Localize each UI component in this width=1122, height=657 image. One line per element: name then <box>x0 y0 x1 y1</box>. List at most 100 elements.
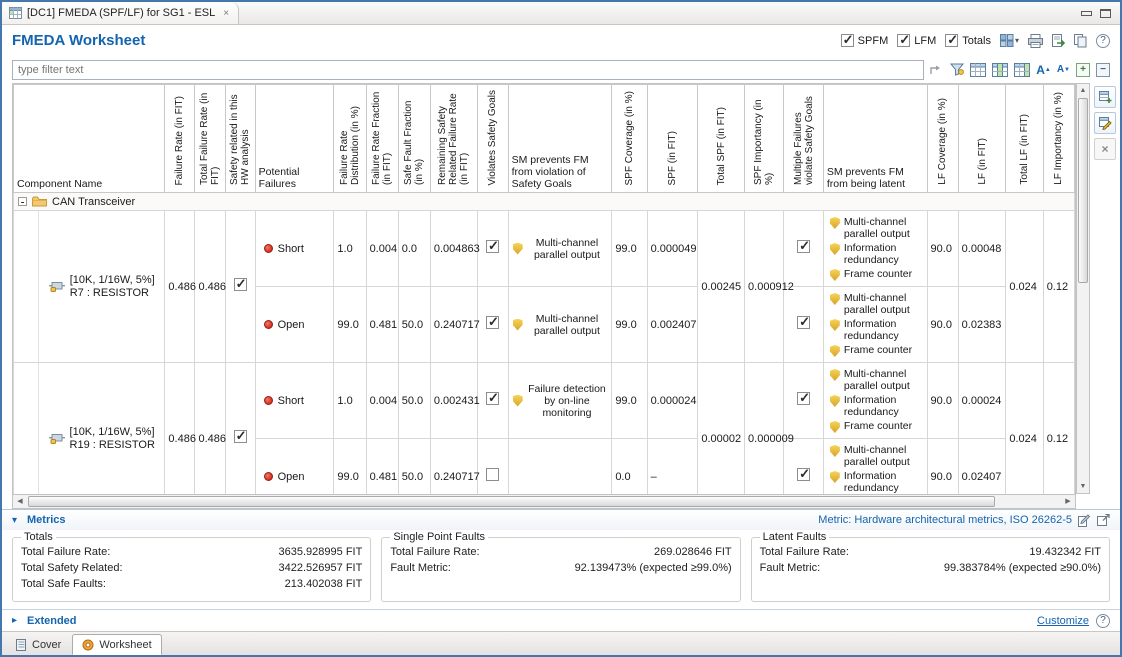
spf-importancy-cell[interactable]: 0.000009 <box>745 363 784 495</box>
potential-failure-cell[interactable]: Open <box>255 439 334 495</box>
metric-link[interactable]: Metric: Hardware architectural metrics, … <box>818 514 1072 526</box>
remaining-rate-cell[interactable]: 0.004863 <box>430 211 477 287</box>
scroll-down-icon[interactable]: ▼ <box>1077 480 1089 493</box>
safe-fault-cell[interactable]: 0.0 <box>398 211 430 287</box>
link-with-editor-button[interactable] <box>930 61 944 79</box>
tab-worksheet[interactable]: Worksheet <box>72 634 161 655</box>
sm-latent-cell[interactable]: Multi-channel parallel output Informatio… <box>823 211 927 287</box>
scroll-right-icon[interactable]: ▶ <box>1061 495 1075 508</box>
tab-cover[interactable]: Cover <box>5 634 71 655</box>
expand-section-icon[interactable]: ▸ <box>12 615 22 626</box>
multiple-failures-checkbox[interactable] <box>797 392 810 405</box>
multiple-failures-cell[interactable] <box>784 211 823 287</box>
show-all-columns-button[interactable] <box>970 61 986 79</box>
multiple-failures-checkbox[interactable] <box>797 316 810 329</box>
spf-importancy-cell[interactable]: 0.000912 <box>745 211 784 363</box>
minimize-button[interactable] <box>1080 8 1093 19</box>
total-spf-cell[interactable]: 0.00245 <box>698 211 745 363</box>
total-failure-rate-cell[interactable]: 0.486 <box>195 363 225 495</box>
lf-cell[interactable]: 0.02407 <box>958 439 1006 495</box>
spf-cell[interactable]: – <box>647 439 698 495</box>
customize-link[interactable]: Customize <box>1037 615 1089 627</box>
lf-coverage-cell[interactable]: 90.0 <box>927 211 958 287</box>
safety-related-cell[interactable] <box>225 211 255 363</box>
toggle-spfm[interactable]: SPFM <box>841 34 889 47</box>
view-layout-menu-button[interactable]: ▾ <box>1000 34 1019 47</box>
maximize-button[interactable] <box>1099 8 1112 19</box>
safety-related-checkbox[interactable] <box>234 278 247 291</box>
delete-row-button[interactable]: × <box>1094 138 1116 160</box>
spf-coverage-cell[interactable]: 99.0 <box>612 211 647 287</box>
total-lf-cell[interactable]: 0.024 <box>1006 363 1043 495</box>
potential-failure-cell[interactable]: Short <box>255 363 334 439</box>
collapse-group-icon[interactable] <box>18 197 27 206</box>
fr-distribution-cell[interactable]: 1.0 <box>334 363 366 439</box>
component-cell-r19[interactable]: [10K, 1/16W, 5%] R19 : RESISTOR <box>14 363 165 495</box>
extended-help-button[interactable]: ? <box>1096 614 1110 628</box>
lf-coverage-cell[interactable]: 90.0 <box>927 287 958 363</box>
editor-tab[interactable]: [DC1] FMEDA (SPF/LF) for SG1 - ESL × <box>2 2 239 24</box>
export-button[interactable] <box>1052 34 1065 48</box>
sm-latent-cell[interactable]: Multi-channel parallel output Informatio… <box>823 439 927 495</box>
fr-fraction-cell[interactable]: 0.004 <box>366 363 398 439</box>
violates-sg-checkbox[interactable] <box>486 240 499 253</box>
print-button[interactable] <box>1028 34 1043 48</box>
potential-failure-cell[interactable]: Short <box>255 211 334 287</box>
font-increase-button[interactable]: A▲ <box>1036 61 1051 79</box>
toggle-lfm[interactable]: LFM <box>897 34 936 47</box>
safe-fault-cell[interactable]: 50.0 <box>398 363 430 439</box>
toggle-totals[interactable]: Totals <box>945 34 991 47</box>
sm-violation-cell[interactable]: Multi-channel parallel output <box>508 287 612 363</box>
metrics-title[interactable]: Metrics <box>27 514 66 526</box>
horizontal-scrollbar[interactable]: ◀ ▶ <box>12 494 1076 509</box>
open-metric-icon[interactable] <box>1097 514 1110 526</box>
fr-distribution-cell[interactable]: 99.0 <box>334 287 366 363</box>
safety-related-cell[interactable] <box>225 363 255 495</box>
expand-all-button[interactable]: + <box>1076 63 1090 77</box>
sm-latent-cell[interactable]: Multi-channel parallel output Informatio… <box>823 287 927 363</box>
spf-cell[interactable]: 0.002407 <box>647 287 698 363</box>
failure-rate-cell[interactable]: 0.486 <box>165 211 195 363</box>
lfm-checkbox[interactable] <box>897 34 910 47</box>
spf-coverage-cell[interactable]: 99.0 <box>612 363 647 439</box>
scroll-up-icon[interactable]: ▲ <box>1077 84 1089 97</box>
spf-cell[interactable]: 0.000049 <box>647 211 698 287</box>
close-tab-icon[interactable]: × <box>223 8 229 19</box>
fr-fraction-cell[interactable]: 0.004 <box>366 211 398 287</box>
multiple-failures-checkbox[interactable] <box>797 240 810 253</box>
violates-sg-cell[interactable] <box>477 439 508 495</box>
group-row[interactable]: CAN Transceiver <box>14 193 1075 211</box>
sm-latent-cell[interactable]: Multi-channel parallel output Informatio… <box>823 363 927 439</box>
safe-fault-cell[interactable]: 50.0 <box>398 439 430 495</box>
sm-violation-cell[interactable]: Failure detection by on-line monitoring <box>508 363 612 439</box>
lf-coverage-cell[interactable]: 90.0 <box>927 363 958 439</box>
safe-fault-cell[interactable]: 50.0 <box>398 287 430 363</box>
violates-sg-checkbox[interactable] <box>486 468 499 481</box>
lf-cell[interactable]: 0.02383 <box>958 287 1006 363</box>
fr-distribution-cell[interactable]: 1.0 <box>334 211 366 287</box>
lf-importancy-cell[interactable]: 0.12 <box>1043 211 1074 363</box>
edit-row-button[interactable] <box>1094 112 1116 134</box>
fr-fraction-cell[interactable]: 0.481 <box>366 439 398 495</box>
sm-violation-cell[interactable] <box>508 439 612 495</box>
multiple-failures-cell[interactable] <box>784 287 823 363</box>
lf-cell[interactable]: 0.00048 <box>958 211 1006 287</box>
edit-metric-icon[interactable] <box>1078 514 1091 527</box>
remaining-rate-cell[interactable]: 0.240717 <box>430 287 477 363</box>
extended-title[interactable]: Extended <box>27 615 77 627</box>
add-row-button[interactable] <box>1094 86 1116 108</box>
lf-importancy-cell[interactable]: 0.12 <box>1043 363 1074 495</box>
multiple-failures-cell[interactable] <box>784 363 823 439</box>
spf-cell[interactable]: 0.000024 <box>647 363 698 439</box>
failure-rate-cell[interactable]: 0.486 <box>165 363 195 495</box>
scroll-left-icon[interactable]: ◀ <box>13 495 27 508</box>
copy-button[interactable] <box>1074 34 1087 48</box>
violates-sg-checkbox[interactable] <box>486 392 499 405</box>
fr-distribution-cell[interactable]: 99.0 <box>334 439 366 495</box>
violates-sg-checkbox[interactable] <box>486 316 499 329</box>
violates-sg-cell[interactable] <box>477 363 508 439</box>
vertical-scrollbar[interactable]: ▲ ▼ <box>1076 83 1090 494</box>
violates-sg-cell[interactable] <box>477 211 508 287</box>
sm-violation-cell[interactable]: Multi-channel parallel output <box>508 211 612 287</box>
component-cell-r7[interactable]: [10K, 1/16W, 5%] R7 : RESISTOR <box>14 211 165 363</box>
